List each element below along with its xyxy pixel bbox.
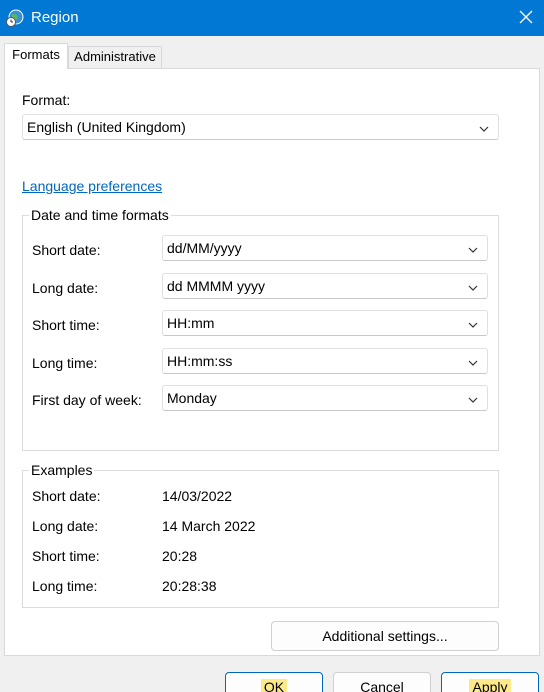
- short-time-value: HH:mm: [167, 315, 215, 331]
- long-date-value: dd MMMM yyyy: [167, 278, 265, 294]
- example-short-date-value: 14/03/2022: [162, 488, 233, 504]
- tab-formats[interactable]: Formats: [4, 43, 68, 69]
- short-date-value: dd/MM/yyyy: [167, 240, 242, 256]
- chevron-down-icon: [467, 356, 479, 368]
- first-day-dropdown[interactable]: Monday: [162, 385, 488, 411]
- long-date-label: Long date:: [32, 280, 99, 296]
- globe-clock-icon: [6, 9, 24, 27]
- short-time-label: Short time:: [32, 317, 100, 333]
- apply-button-label: Apply: [469, 679, 511, 692]
- chevron-down-icon: [467, 318, 479, 330]
- example-short-time-value: 20:28: [162, 548, 198, 564]
- close-button[interactable]: [508, 0, 544, 36]
- short-date-label: Short date:: [32, 242, 101, 258]
- format-value: English (United Kingdom): [27, 119, 186, 135]
- cancel-button[interactable]: Cancel: [333, 672, 431, 692]
- tab-administrative[interactable]: Administrative: [68, 46, 162, 68]
- long-date-dropdown[interactable]: dd MMMM yyyy: [162, 273, 488, 299]
- date-time-formats-title: Date and time formats: [29, 206, 171, 224]
- long-time-value: HH:mm:ss: [167, 353, 233, 369]
- window-title: Region: [31, 9, 79, 26]
- long-time-dropdown[interactable]: HH:mm:ss: [162, 348, 488, 374]
- chevron-down-icon: [478, 122, 490, 134]
- examples-title: Examples: [29, 461, 95, 479]
- language-preferences-link[interactable]: Language preferences: [22, 177, 162, 195]
- example-long-time-value: 20:28:38: [162, 578, 217, 594]
- additional-settings-button[interactable]: Additional settings...: [271, 621, 499, 651]
- short-time-dropdown[interactable]: HH:mm: [162, 310, 488, 336]
- dialog-footer: OK Cancel Apply: [0, 656, 544, 692]
- first-day-value: Monday: [167, 390, 217, 406]
- example-long-date-value: 14 March 2022: [162, 518, 256, 534]
- chevron-down-icon: [467, 281, 479, 293]
- long-time-label: Long time:: [32, 355, 98, 371]
- example-long-time-label: Long time:: [32, 578, 98, 594]
- short-date-dropdown[interactable]: dd/MM/yyyy: [162, 235, 488, 261]
- formats-panel: Format: English (United Kingdom) Languag…: [4, 68, 540, 656]
- ok-button[interactable]: OK: [225, 672, 323, 692]
- ok-button-label: OK: [260, 679, 288, 692]
- format-dropdown[interactable]: English (United Kingdom): [22, 114, 499, 140]
- format-label: Format:: [22, 92, 71, 108]
- chevron-down-icon: [467, 243, 479, 255]
- first-day-label: First day of week:: [32, 392, 142, 408]
- title-bar: Region: [0, 0, 544, 36]
- example-short-date-label: Short date:: [32, 488, 101, 504]
- apply-button[interactable]: Apply: [441, 672, 539, 692]
- chevron-down-icon: [467, 393, 479, 405]
- close-icon: [519, 10, 533, 27]
- example-long-date-label: Long date:: [32, 518, 99, 534]
- example-short-time-label: Short time:: [32, 548, 100, 564]
